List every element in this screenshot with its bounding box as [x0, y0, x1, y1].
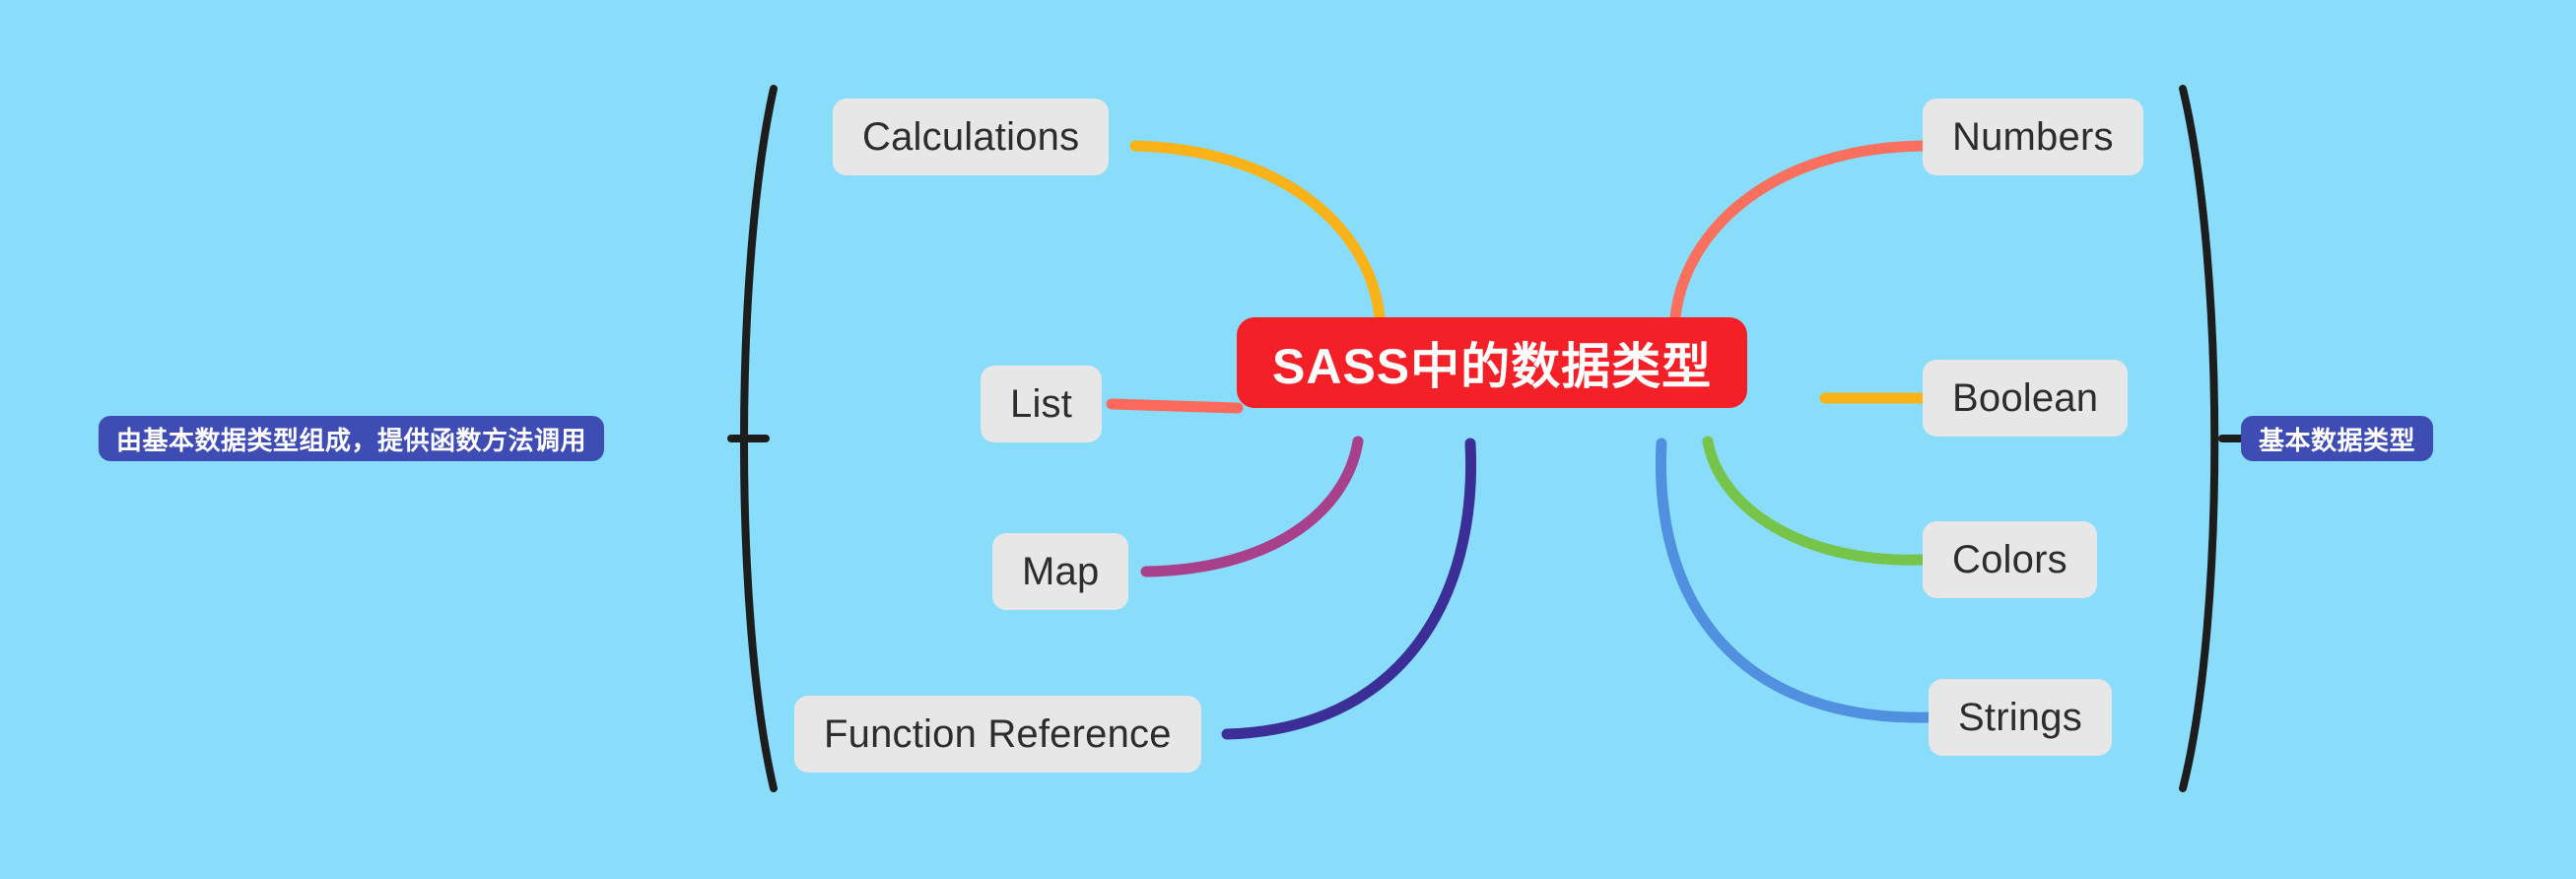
right-bracket: [2179, 85, 2219, 792]
branch-node-numbers[interactable]: Numbers: [1923, 99, 2143, 175]
branch-node-label: Calculations: [862, 114, 1080, 159]
left-group-label[interactable]: 由基本数据类型组成，提供函数方法调用: [99, 416, 605, 461]
branch-node-label: Boolean: [1952, 375, 2099, 420]
edge-list: [1106, 398, 1244, 414]
branch-node-label: Numbers: [1952, 114, 2114, 159]
edge-map: [1140, 436, 1364, 577]
branch-node-boolean[interactable]: Boolean: [1923, 360, 2129, 437]
center-node-label: SASS中的数据类型: [1272, 339, 1713, 394]
edge-strings: [1655, 438, 1934, 723]
branch-node-list[interactable]: List: [981, 366, 1103, 442]
branch-node-function-reference[interactable]: Function Reference: [794, 696, 1201, 773]
branch-node-colors[interactable]: Colors: [1923, 521, 2097, 598]
branch-node-label: Function Reference: [824, 711, 1172, 756]
branch-node-label: Strings: [1958, 695, 2082, 739]
edge-numbers: [1669, 140, 1929, 323]
right-group-label-text: 基本数据类型: [2259, 425, 2416, 455]
branch-node-label: Colors: [1952, 537, 2068, 581]
right-group-label[interactable]: 基本数据类型: [2241, 416, 2434, 461]
branch-node-label: List: [1010, 381, 1073, 426]
mindmap-canvas: SASS中的数据类型 Calculations List Map Functio…: [0, 0, 2576, 879]
branch-node-calculations[interactable]: Calculations: [833, 99, 1110, 175]
edge-function-reference: [1221, 438, 1477, 740]
edge-colors: [1702, 436, 1928, 566]
center-node[interactable]: SASS中的数据类型: [1237, 317, 1748, 408]
branch-node-map[interactable]: Map: [992, 533, 1129, 610]
left-group-label-text: 由基本数据类型组成，提供函数方法调用: [116, 425, 587, 455]
left-bracket: [740, 85, 778, 792]
branch-node-strings[interactable]: Strings: [1929, 679, 2112, 756]
branch-node-label: Map: [1022, 549, 1100, 593]
edge-calculations: [1129, 140, 1386, 323]
